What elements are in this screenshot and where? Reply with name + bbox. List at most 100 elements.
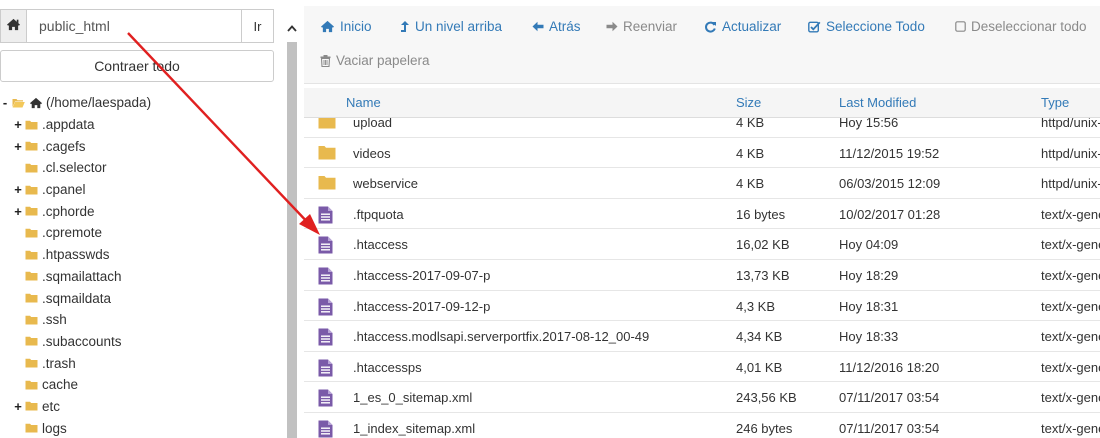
file-size: 4,01 KB bbox=[736, 359, 783, 375]
tree-item-label: .trash bbox=[42, 355, 76, 371]
tree-item[interactable]: + .cpanel bbox=[0, 179, 284, 201]
tree-item[interactable]: .trash bbox=[0, 352, 284, 374]
go-button[interactable]: Ir bbox=[241, 9, 274, 43]
file-size: 4 KB bbox=[736, 145, 765, 161]
expand-toggle[interactable]: + bbox=[13, 117, 23, 132]
file-type: httpd/unix-directory bbox=[1041, 145, 1100, 161]
file-type: text/x-generic bbox=[1041, 268, 1100, 283]
deselect-all-label: Deseleccionar todo bbox=[971, 19, 1087, 34]
up-one-level-label: Un nivel arriba bbox=[415, 19, 503, 34]
tree-item-label: .cpremote bbox=[42, 225, 103, 241]
file-name: .htaccess bbox=[353, 237, 408, 253]
file-size: 16,02 KB bbox=[736, 237, 790, 253]
file-text-icon bbox=[318, 236, 333, 254]
select-all-button[interactable]: Seleccione Todo bbox=[808, 19, 925, 34]
reload-button[interactable]: Actualizar bbox=[704, 19, 781, 34]
toolbar: Inicio Un nivel arriba Atrás Reenviar Ac… bbox=[304, 6, 1100, 84]
table-row[interactable]: .ftpquota 16 bytes 10/02/2017 01:28 text/x-… bbox=[304, 199, 1100, 230]
tree-item[interactable]: + .cphorde bbox=[0, 200, 284, 222]
home-directory-button[interactable] bbox=[0, 9, 26, 43]
folder-icon bbox=[25, 228, 38, 238]
table-row[interactable]: 1_index_sitemap.xml 246 bytes 07/11/2017 0… bbox=[304, 413, 1100, 438]
tree-item[interactable]: + etc bbox=[0, 396, 284, 418]
home-button[interactable]: Inicio bbox=[320, 19, 372, 34]
file-size: 243,56 KB bbox=[736, 390, 797, 406]
tree-item-label: (/home/laespada) bbox=[46, 95, 152, 111]
file-type: text/x-generic bbox=[1041, 237, 1100, 253]
back-button[interactable]: Atrás bbox=[532, 19, 581, 34]
table-row[interactable]: .htaccess 16,02 KB Hoy 04:09 text/x-generic bbox=[304, 229, 1100, 260]
table-row[interactable]: .htaccess-2017-09-12-p 4,3 KB Hoy 18:31 tex… bbox=[304, 291, 1100, 322]
tree-item[interactable]: .subaccounts bbox=[0, 331, 284, 353]
file-last-modified: 11/12/2015 19:52 bbox=[839, 145, 940, 161]
file-list-panel: Inicio Un nivel arriba Atrás Reenviar Ac… bbox=[304, 0, 1100, 438]
file-text-icon bbox=[318, 298, 333, 316]
folder-icon bbox=[25, 120, 38, 130]
tree-item-label: .cl.selector bbox=[42, 160, 107, 176]
arrow-right-icon bbox=[606, 21, 618, 32]
column-header-type[interactable]: Type bbox=[1041, 95, 1069, 110]
file-name: upload bbox=[353, 118, 393, 130]
up-one-level-button[interactable]: Un nivel arriba bbox=[400, 19, 502, 34]
file-text-icon bbox=[318, 420, 333, 438]
table-row[interactable]: upload 4 KB Hoy 15:56 httpd/unix-directory bbox=[304, 118, 1100, 138]
folder-icon bbox=[25, 358, 38, 368]
table-row[interactable]: .htaccess-2017-09-07-p 13,73 KB Hoy 18:29 t… bbox=[304, 260, 1100, 291]
tree-item[interactable]: .sqmaildata bbox=[0, 287, 284, 309]
file-name: .htaccess.modlsapi.serverportfix.2017-08… bbox=[353, 329, 650, 345]
tree-item-label: .cagefs bbox=[42, 138, 86, 154]
file-text-icon bbox=[318, 328, 333, 346]
arrow-left-icon bbox=[532, 21, 544, 32]
expand-toggle[interactable]: + bbox=[13, 182, 23, 197]
tree-item-label: .ssh bbox=[42, 312, 67, 328]
tree-item[interactable]: logs bbox=[0, 417, 284, 438]
level-up-icon bbox=[400, 20, 410, 33]
home-icon bbox=[6, 18, 21, 34]
tree-item[interactable]: .cpremote bbox=[0, 222, 284, 244]
expand-toggle[interactable]: + bbox=[13, 399, 23, 414]
folder-icon bbox=[25, 250, 38, 260]
column-header-name[interactable]: Name bbox=[346, 95, 381, 110]
file-last-modified: Hoy 18:33 bbox=[839, 329, 899, 345]
empty-trash-button[interactable]: Vaciar papelera bbox=[320, 53, 430, 68]
file-type: text/x-generic bbox=[1041, 329, 1100, 345]
column-header-size[interactable]: Size bbox=[736, 95, 761, 110]
table-row[interactable]: .htaccessps 4,01 KB 11/12/2016 18:20 text/x… bbox=[304, 352, 1100, 383]
deselect-all-button[interactable]: Deseleccionar todo bbox=[955, 19, 1087, 34]
tree-item[interactable]: + .appdata bbox=[0, 114, 284, 136]
path-input[interactable] bbox=[26, 9, 242, 43]
expand-toggle[interactable]: + bbox=[13, 204, 23, 219]
tree-item[interactable]: + .cagefs bbox=[0, 135, 284, 157]
table-row[interactable]: webservice 4 KB 06/03/2015 12:09 httpd/unix… bbox=[304, 168, 1100, 199]
expand-toggle[interactable]: + bbox=[13, 139, 23, 154]
tree-item[interactable]: .ssh bbox=[0, 309, 284, 331]
table-row[interactable]: .htaccess.modlsapi.serverportfix.2017-08… bbox=[304, 321, 1100, 352]
tree-item[interactable]: .htpasswds bbox=[0, 244, 284, 266]
tree-item[interactable]: cache bbox=[0, 374, 284, 396]
tree-item[interactable]: .sqmailattach bbox=[0, 266, 284, 288]
folder-icon bbox=[25, 293, 38, 303]
tree-item-label: logs bbox=[42, 420, 67, 436]
forward-button-label: Reenviar bbox=[623, 19, 678, 34]
column-header-last-modified[interactable]: Last Modified bbox=[839, 95, 916, 110]
collapse-all-button[interactable]: Contraer todo bbox=[0, 50, 274, 82]
file-last-modified: 10/02/2017 01:28 bbox=[839, 206, 941, 222]
folder-open-icon bbox=[12, 98, 25, 108]
tree-item-label: etc bbox=[42, 398, 61, 414]
folder-icon bbox=[25, 336, 38, 346]
empty-trash-label: Vaciar papelera bbox=[336, 53, 430, 68]
file-type: text/x-generic bbox=[1041, 421, 1100, 436]
tree-item[interactable]: .cl.selector bbox=[0, 157, 284, 179]
sidebar-scroll-up[interactable] bbox=[285, 20, 299, 34]
file-name: .htaccessps bbox=[353, 359, 422, 375]
table-row[interactable]: videos 4 KB 11/12/2015 19:52 httpd/unix-dir… bbox=[304, 138, 1100, 169]
sidebar-scrollbar[interactable] bbox=[287, 42, 297, 438]
folder-icon bbox=[25, 401, 38, 411]
forward-button[interactable]: Reenviar bbox=[606, 19, 677, 34]
file-last-modified: Hoy 15:56 bbox=[839, 118, 899, 130]
tree-item[interactable]: - (/home/laespada) bbox=[0, 92, 284, 114]
file-last-modified: 07/11/2017 03:54 bbox=[839, 421, 940, 436]
collapse-toggle[interactable]: - bbox=[0, 95, 10, 110]
tree-item-label: .cpanel bbox=[42, 182, 86, 198]
table-row[interactable]: 1_es_0_sitemap.xml 243,56 KB 07/11/2017 03… bbox=[304, 382, 1100, 413]
